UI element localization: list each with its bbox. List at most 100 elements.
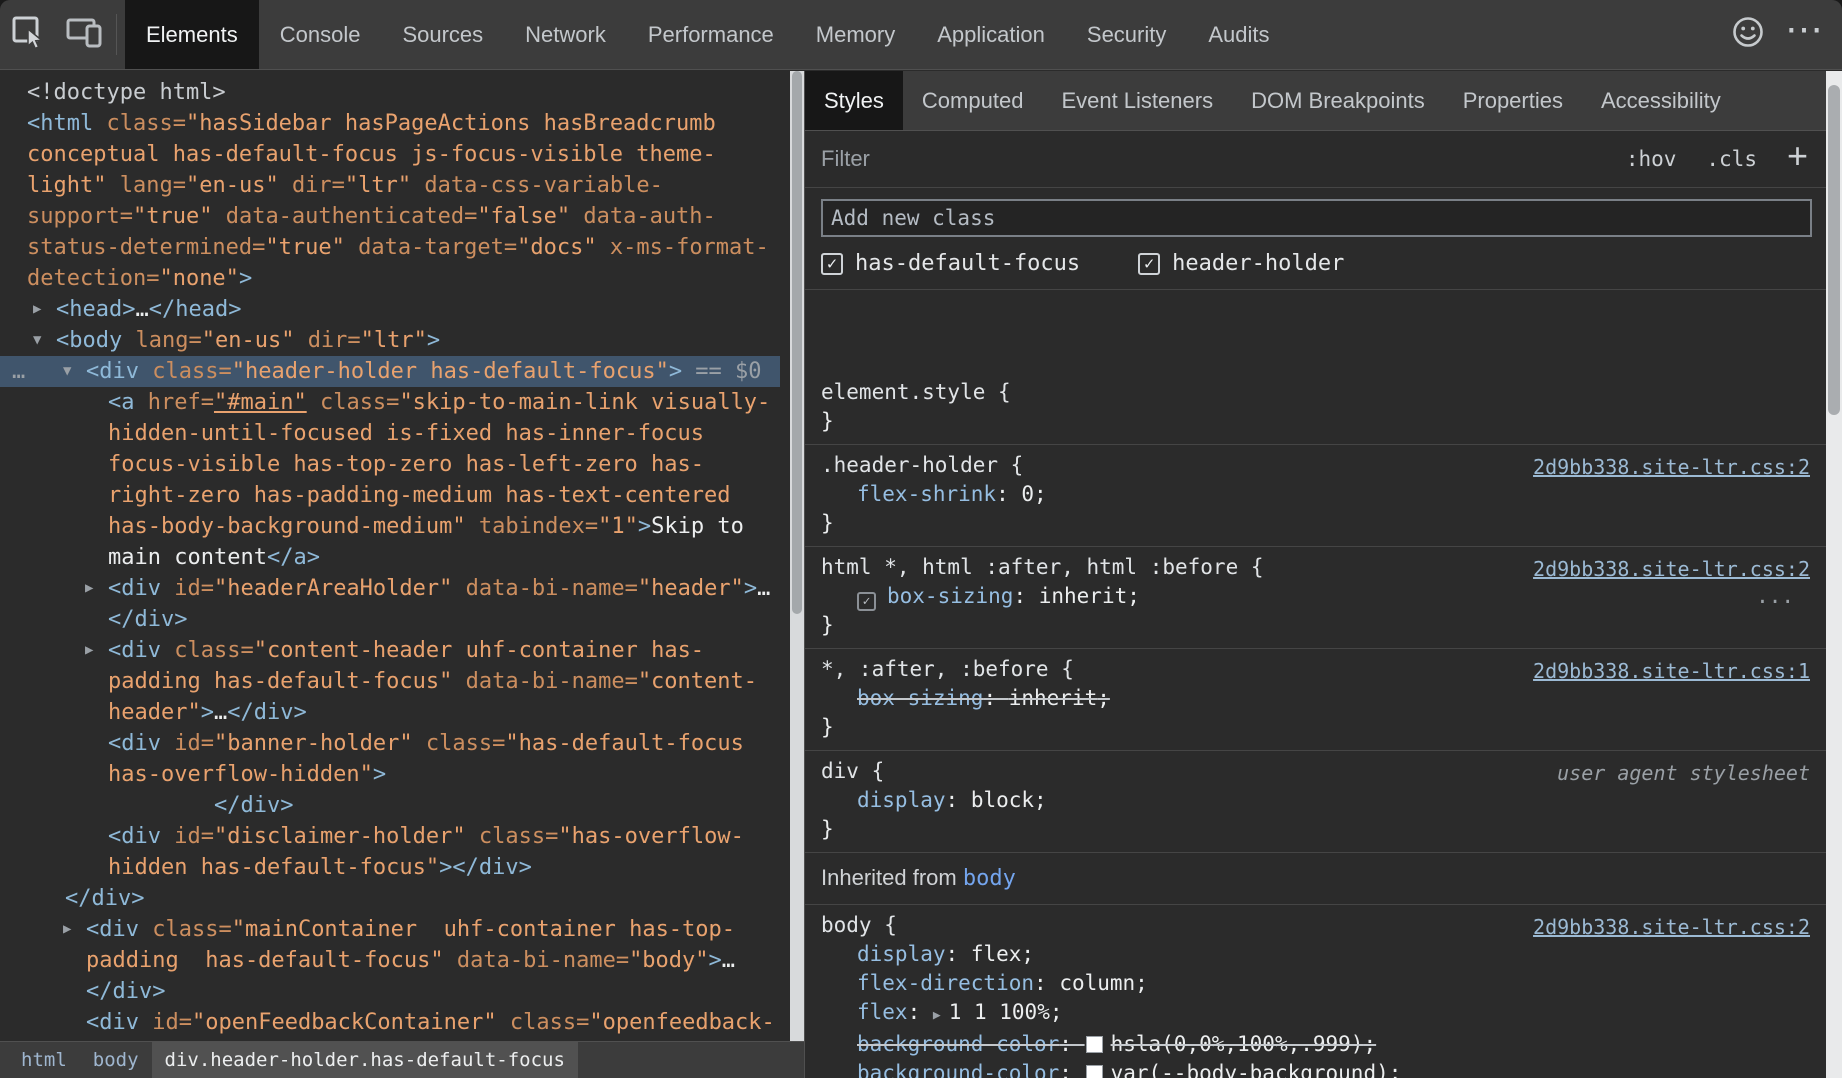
dom-node[interactable]: </div> [0, 883, 780, 914]
rule-selector[interactable]: element.style [821, 380, 985, 404]
css-property-name: background-color [857, 1061, 1059, 1078]
css-property-name: display [857, 942, 946, 966]
style-rule: html *, html :after, html :before {2d9bb… [805, 547, 1826, 649]
css-declaration[interactable]: box-sizing: inherit; [821, 684, 1810, 713]
dom-node[interactable]: <a href="#main" class="skip-to-main-link… [0, 387, 780, 573]
color-swatch[interactable] [1086, 1065, 1103, 1078]
rule-selector[interactable]: .header-holder [821, 453, 998, 477]
css-declaration[interactable]: display: block; [821, 786, 1810, 815]
main-tab-strip: ElementsConsoleSourcesNetworkPerformance… [125, 0, 1291, 69]
expand-arrow-icon[interactable]: ▶ [85, 573, 93, 604]
new-style-rule-button[interactable]: + [1787, 146, 1808, 166]
stylesheet-link[interactable]: 2d9bb338.site-ltr.css:2 [1533, 453, 1810, 482]
css-property-value: var(--body-background) [1111, 1061, 1389, 1078]
class-toggle-label: header-holder [1172, 251, 1344, 276]
tab-computed[interactable]: Computed [903, 71, 1043, 130]
css-declaration[interactable]: flex: ▶1 1 100%; [821, 998, 1810, 1030]
dom-node[interactable]: ▶<div id="headerAreaHolder" data-bi-name… [0, 573, 780, 635]
dom-node[interactable]: ▶<head>…</head> [0, 294, 780, 325]
style-rule: body {2d9bb338.site-ltr.css:2display: fl… [805, 905, 1826, 1078]
inherited-from-header: Inherited from body [805, 853, 1826, 905]
tab-application[interactable]: Application [916, 0, 1066, 69]
tab-security[interactable]: Security [1066, 0, 1187, 69]
declaration-checkbox[interactable]: ✓ [857, 592, 876, 611]
expand-arrow-icon[interactable]: ▶ [33, 294, 41, 325]
dom-node[interactable]: <html class="hasSidebar hasPageActions h… [0, 108, 780, 294]
expand-value-icon[interactable]: ▶ [933, 1008, 941, 1023]
styles-scrollbar[interactable] [1826, 71, 1842, 1078]
collapse-arrow-icon[interactable]: ▼ [63, 356, 71, 387]
dom-node[interactable]: ▶<div class="content-header uhf-containe… [0, 635, 780, 728]
css-declaration[interactable]: display: flex; [821, 940, 1810, 969]
css-declaration[interactable]: flex-shrink: 0; [821, 480, 1810, 509]
class-toggle[interactable]: ✓ header-holder [1138, 251, 1344, 276]
tab-event-listeners[interactable]: Event Listeners [1042, 71, 1232, 130]
css-property-name: box-sizing [857, 686, 983, 710]
rule-selector[interactable]: *, :after, :before [821, 657, 1049, 681]
tab-styles[interactable]: Styles [805, 71, 903, 130]
css-declaration[interactable]: background-color: var(--body-background)… [821, 1059, 1810, 1078]
css-property-value: inherit [1009, 686, 1098, 710]
dom-node[interactable]: …▼<div class="header-holder has-default-… [0, 356, 780, 387]
breadcrumb-item[interactable]: html [8, 1042, 80, 1078]
styles-panel: StylesComputedEvent ListenersDOM Breakpo… [805, 71, 1842, 1078]
toggle-element-state-button[interactable]: :hov [1626, 147, 1677, 171]
inspect-element-button[interactable] [0, 0, 56, 69]
tab-accessibility[interactable]: Accessibility [1582, 71, 1740, 130]
tab-network[interactable]: Network [504, 0, 627, 69]
scrollbar-thumb[interactable] [792, 71, 802, 614]
stylesheet-link[interactable]: 2d9bb338.site-ltr.css:1 [1533, 657, 1810, 686]
dom-node[interactable]: <div id="disclaimer-holder" class="has-o… [0, 821, 780, 883]
rule-selector[interactable]: html *, html :after, html :before [821, 555, 1238, 579]
collapse-arrow-icon[interactable]: ▼ [33, 325, 41, 356]
css-declaration[interactable]: ✓box-sizing: inherit;... [821, 582, 1810, 611]
breadcrumb-item[interactable]: div.header-holder.has-default-focus [152, 1042, 578, 1078]
tab-dom-breakpoints[interactable]: DOM Breakpoints [1232, 71, 1444, 130]
scrollbar-thumb[interactable] [1828, 85, 1840, 415]
rule-selector[interactable]: body [821, 913, 872, 937]
tab-console[interactable]: Console [259, 0, 382, 69]
tab-memory[interactable]: Memory [795, 0, 916, 69]
add-class-input[interactable] [821, 199, 1812, 237]
class-toggles: ✓has-default-focus✓header-holder [821, 251, 1812, 276]
tab-audits[interactable]: Audits [1187, 0, 1290, 69]
dom-node[interactable]: ▼<body lang="en-us" dir="ltr"> [0, 325, 780, 356]
dom-node[interactable]: <div id="openFeedbackContainer" class="o… [0, 1007, 780, 1041]
tab-performance[interactable]: Performance [627, 0, 795, 69]
styles-filter-input[interactable] [821, 146, 1596, 172]
elements-panel: <!doctype html><html class="hasSidebar h… [0, 71, 805, 1078]
rule-selector[interactable]: div [821, 759, 859, 783]
device-toolbar-button[interactable] [56, 0, 112, 69]
class-editor: ✓has-default-focus✓header-holder [805, 188, 1842, 290]
checkbox-icon[interactable]: ✓ [1138, 253, 1160, 275]
dom-node[interactable]: <!doctype html> [0, 77, 780, 108]
class-toggle[interactable]: ✓has-default-focus [821, 251, 1080, 276]
more-options-button[interactable]: ⋯ [1776, 30, 1832, 40]
dom-node[interactable]: ▶<div class="mainContainer uhf-container… [0, 914, 780, 1007]
breadcrumb-item[interactable]: body [80, 1042, 152, 1078]
css-declaration[interactable]: background-color: hsla(0,0%,100%,.999); [821, 1030, 1810, 1059]
feedback-button[interactable] [1720, 14, 1776, 55]
tab-elements[interactable]: Elements [125, 0, 259, 69]
css-property-name: display [857, 788, 946, 812]
checkbox-icon[interactable]: ✓ [821, 253, 843, 275]
tab-properties[interactable]: Properties [1444, 71, 1582, 130]
stylesheet-link[interactable]: 2d9bb338.site-ltr.css:2 [1533, 555, 1810, 584]
expand-arrow-icon[interactable]: ▶ [63, 914, 71, 945]
main-toolbar: ElementsConsoleSourcesNetworkPerformance… [0, 0, 1842, 70]
expand-arrow-icon[interactable]: ▶ [85, 635, 93, 666]
color-swatch[interactable] [1086, 1036, 1103, 1053]
stylesheet-link[interactable]: 2d9bb338.site-ltr.css:2 [1533, 913, 1810, 942]
css-declaration[interactable]: flex-direction: column; [821, 969, 1810, 998]
styles-tab-strip: StylesComputedEvent ListenersDOM Breakpo… [805, 71, 1842, 131]
toggle-class-editor-button[interactable]: .cls [1706, 147, 1757, 171]
css-property-name: flex [857, 1000, 908, 1024]
dom-node[interactable]: <div id="banner-holder" class="has-defau… [0, 728, 780, 821]
tab-sources[interactable]: Sources [381, 0, 504, 69]
css-property-value: 0 [1021, 482, 1034, 506]
css-property-name: flex-direction [857, 971, 1034, 995]
inherited-element-link[interactable]: body [963, 866, 1016, 891]
css-property-value: inherit [1039, 584, 1128, 608]
css-property-name: box-sizing [887, 584, 1013, 608]
elements-scrollbar[interactable] [790, 71, 804, 1041]
